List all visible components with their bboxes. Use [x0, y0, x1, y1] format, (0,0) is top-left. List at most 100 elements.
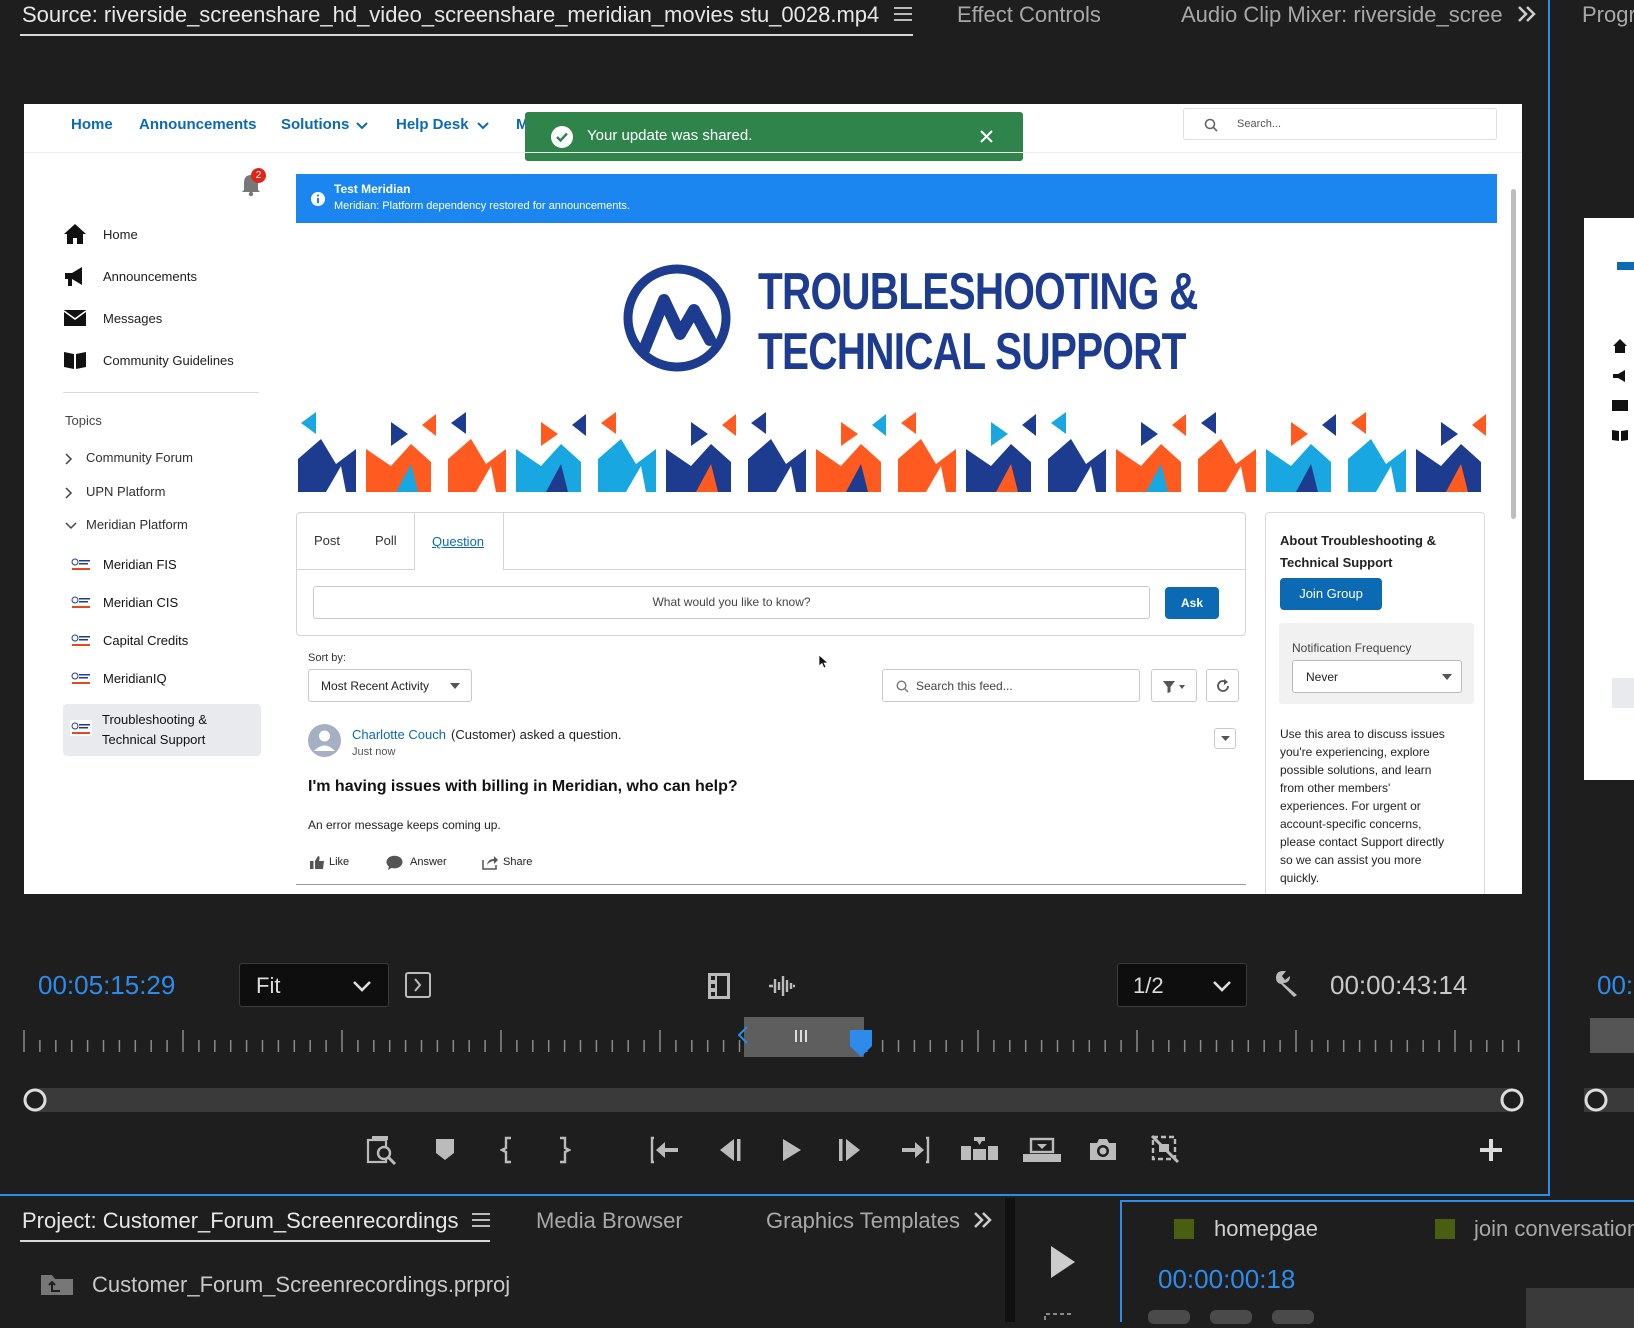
sort-select[interactable]: Most Recent Activity: [308, 669, 472, 702]
notification-frequency-box: Notification Frequency Never: [1279, 623, 1474, 704]
play-icon[interactable]: [780, 1136, 804, 1164]
project-file-name[interactable]: Customer_Forum_Screenrecordings.prproj: [92, 1272, 510, 1298]
refresh-button[interactable]: [1206, 669, 1239, 702]
mark-in-icon[interactable]: [500, 1136, 514, 1164]
subtopic-troubleshooting-selected[interactable]: Troubleshooting & Technical Support: [63, 704, 261, 756]
step-back-icon[interactable]: [716, 1136, 742, 1164]
notification-frequency-select[interactable]: Never: [1292, 660, 1462, 693]
pattern-shape: [1201, 412, 1216, 434]
tab-post[interactable]: Post: [314, 533, 340, 548]
drag-video-only-icon[interactable]: [706, 972, 732, 1000]
drag-audio-only-icon[interactable]: [767, 975, 797, 997]
panel-menu-icon[interactable]: [894, 6, 912, 22]
pattern-shape: [1291, 422, 1308, 446]
pattern-shape: [366, 444, 431, 492]
post-body: An error message keeps coming up.: [308, 818, 501, 832]
site-nav-home[interactable]: Home: [71, 116, 113, 133]
topic-upn-platform[interactable]: UPN Platform: [65, 484, 265, 504]
close-icon[interactable]: [980, 130, 993, 143]
sidebar-item-home[interactable]: Home: [63, 222, 273, 248]
timeline-timecode[interactable]: 00:00:00:18: [1158, 1264, 1295, 1295]
avatar[interactable]: [308, 724, 341, 757]
sort-label: Sort by:: [308, 652, 346, 664]
add-marker-icon[interactable]: [435, 1138, 455, 1162]
tab-project[interactable]: Project: Customer_Forum_Screenrecordings: [22, 1208, 459, 1234]
timeline-tab-homepgae[interactable]: homepgae: [1214, 1216, 1318, 1242]
zoom-level-select[interactable]: Fit: [239, 963, 389, 1007]
notifications-bell-icon[interactable]: 2: [240, 168, 266, 197]
sidebar-item-community-guidelines[interactable]: Community Guidelines: [63, 348, 273, 374]
post-author-link[interactable]: Charlotte Couch: [352, 727, 446, 742]
ask-button[interactable]: Ask: [1165, 587, 1219, 619]
tab-question[interactable]: Question: [414, 512, 504, 570]
sequence-color-label: [1174, 1219, 1194, 1239]
post-timestamp[interactable]: Just now: [352, 746, 395, 758]
pattern-shape: [1472, 414, 1486, 436]
book-open-icon: [1612, 430, 1628, 441]
post-menu-button[interactable]: [1214, 728, 1236, 749]
step-forward-icon[interactable]: [838, 1136, 864, 1164]
pattern-shape: [1116, 444, 1181, 492]
chevron-down-icon: [1213, 981, 1231, 992]
playhead-marker[interactable]: [850, 1030, 872, 1058]
go-to-in-icon[interactable]: [650, 1136, 680, 1164]
sidebar-item-announcements[interactable]: Announcements: [63, 264, 273, 290]
site-nav-help-desk[interactable]: Help Desk: [396, 116, 469, 133]
sidebar-item-messages[interactable]: Messages: [63, 306, 273, 332]
tab-program[interactable]: Progr: [1582, 2, 1634, 28]
feed-search-input[interactable]: Search this feed...: [882, 669, 1140, 702]
find-zoom-icon[interactable]: [366, 1134, 398, 1166]
topic-community-forum[interactable]: Community Forum: [65, 450, 265, 470]
zoom-scrollbar[interactable]: [24, 1088, 1522, 1112]
tab-effect-controls[interactable]: Effect Controls: [957, 2, 1101, 28]
go-to-out-icon[interactable]: [900, 1136, 930, 1164]
in-out-range[interactable]: [744, 1017, 864, 1057]
overwrite-icon[interactable]: [1022, 1136, 1062, 1164]
pattern-shape: [666, 444, 731, 492]
filter-button[interactable]: [1151, 669, 1197, 702]
search-icon: [1204, 118, 1218, 132]
subtopic-meridian-fis[interactable]: Meridian FIS: [70, 554, 270, 576]
timeline-track-area[interactable]: [1526, 1288, 1634, 1328]
in-point-marker-icon[interactable]: [738, 1026, 748, 1044]
site-nav-announcements[interactable]: Announcements: [139, 116, 257, 133]
envelope-icon: [1612, 400, 1628, 411]
question-input[interactable]: What would you like to know?: [313, 586, 1150, 619]
track-select-tool-icon[interactable]: [1043, 1312, 1073, 1322]
safe-margins-icon[interactable]: [405, 972, 431, 998]
zoom-handle-left[interactable]: [23, 1088, 47, 1112]
playback-resolution-select[interactable]: 1/2: [1117, 963, 1247, 1007]
program-zoom-handle[interactable]: [1584, 1088, 1608, 1112]
panel-menu-icon[interactable]: [472, 1212, 490, 1228]
site-nav-solutions[interactable]: Solutions: [281, 116, 349, 133]
button-editor-plus-icon[interactable]: [1479, 1138, 1503, 1162]
proxy-toggle-icon[interactable]: [1150, 1134, 1180, 1164]
topic-meridian-platform[interactable]: Meridian Platform: [65, 517, 265, 537]
subtopic-meridian-cis[interactable]: Meridian CIS: [70, 592, 270, 614]
playhead-timecode[interactable]: 00:05:15:29: [38, 970, 175, 1001]
pattern-shape: [1322, 414, 1336, 436]
subtopic-meridianiq[interactable]: MeridianIQ: [70, 668, 270, 690]
tab-audio-clip-mixer[interactable]: Audio Clip Mixer: riverside_screei: [1181, 2, 1503, 28]
pattern-shape: [748, 439, 806, 492]
more-tabs-chevron-icon[interactable]: [1516, 4, 1538, 24]
site-search-input[interactable]: Search...: [1183, 108, 1497, 140]
insert-icon[interactable]: [960, 1136, 1000, 1164]
mark-out-icon[interactable]: [557, 1136, 571, 1164]
tab-poll[interactable]: Poll: [375, 533, 397, 548]
wrench-settings-icon[interactable]: [1272, 968, 1302, 998]
export-frame-camera-icon[interactable]: [1088, 1136, 1118, 1162]
tab-source[interactable]: Source: riverside_screenshare_hd_video_s…: [22, 2, 879, 28]
site-scrollbar[interactable]: [1511, 189, 1516, 519]
tab-graphics-templates[interactable]: Graphics Templates: [766, 1208, 960, 1234]
program-timecode[interactable]: 00:: [1597, 970, 1633, 1001]
topics-heading: Topics: [65, 413, 102, 428]
selection-tool-arrow-icon[interactable]: [1049, 1244, 1077, 1280]
join-group-button[interactable]: Join Group: [1280, 578, 1382, 610]
zoom-handle-right[interactable]: [1500, 1088, 1524, 1112]
more-tabs-chevron-icon[interactable]: [972, 1210, 994, 1230]
envelope-icon: [63, 310, 87, 326]
tab-media-browser[interactable]: Media Browser: [536, 1208, 683, 1234]
subtopic-capital-credits[interactable]: Capital Credits: [70, 630, 270, 652]
timeline-tab-join-conversation[interactable]: join conversation: [1474, 1216, 1634, 1242]
